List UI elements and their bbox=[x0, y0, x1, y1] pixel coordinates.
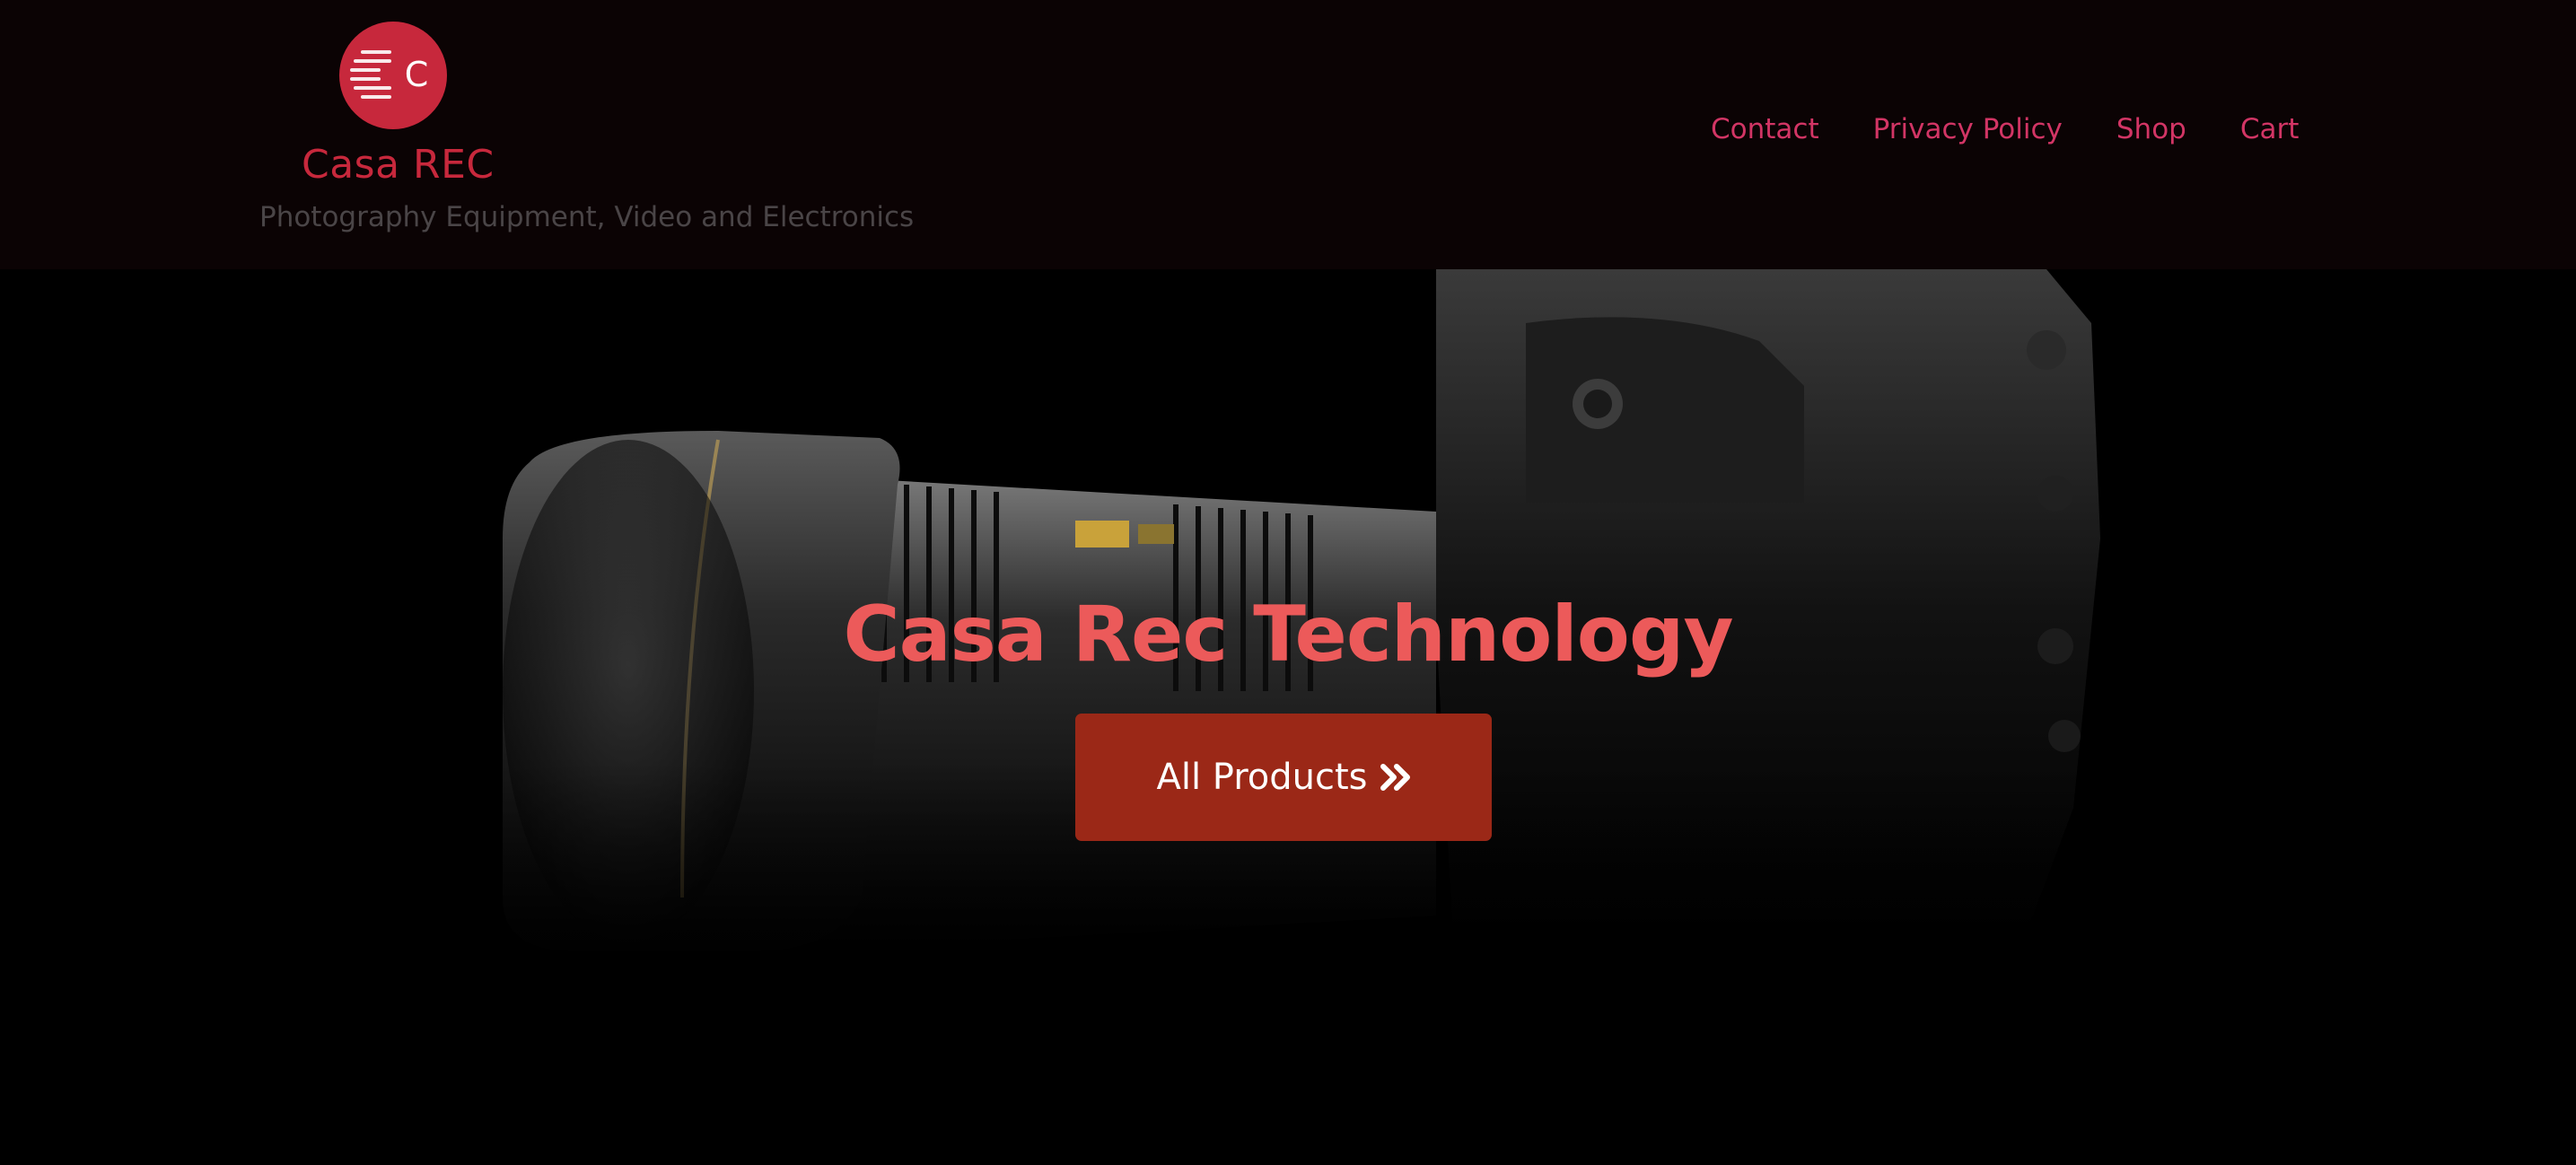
site-branding[interactable]: C Casa REC Photography Equipment, Video … bbox=[251, 20, 914, 244]
site-tagline: Photography Equipment, Video and Electro… bbox=[259, 201, 915, 233]
site-header: C Casa REC Photography Equipment, Video … bbox=[0, 0, 2576, 269]
main-navigation: Contact Privacy Policy Shop Cart bbox=[1711, 113, 2299, 145]
all-products-button[interactable]: All Products bbox=[1075, 714, 1492, 841]
double-chevron-right-icon bbox=[1380, 764, 1410, 791]
nav-item-cart[interactable]: Cart bbox=[2240, 113, 2300, 145]
nav-item-shop[interactable]: Shop bbox=[2116, 113, 2186, 145]
casa-rec-logo-icon[interactable]: C bbox=[337, 20, 449, 131]
hero-section: Casa Rec Technology All Products bbox=[0, 269, 2576, 1165]
site-title[interactable]: Casa REC bbox=[302, 142, 495, 188]
hero-title: Casa Rec Technology bbox=[843, 590, 1733, 679]
page: C Casa REC Photography Equipment, Video … bbox=[0, 0, 2576, 1165]
logo-letter: C bbox=[405, 55, 429, 94]
nav-item-contact[interactable]: Contact bbox=[1711, 113, 1819, 145]
all-products-label: All Products bbox=[1156, 757, 1368, 798]
nav-item-privacy-policy[interactable]: Privacy Policy bbox=[1873, 113, 2063, 145]
